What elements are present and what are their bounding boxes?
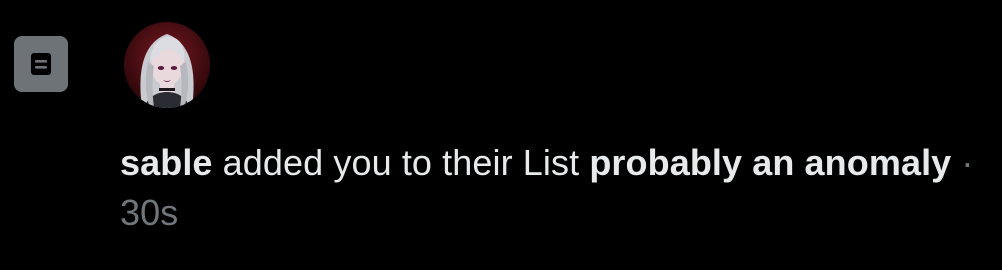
- notification-message: sable added you to their List probably a…: [120, 138, 980, 238]
- action-text: added you to their List: [212, 142, 590, 183]
- list-name-link[interactable]: probably an anomaly: [589, 142, 951, 183]
- list-icon: [14, 36, 68, 92]
- separator: ·: [951, 142, 974, 183]
- avatar-icon[interactable]: [124, 22, 210, 108]
- username-link[interactable]: sable: [120, 142, 213, 183]
- list-notification[interactable]: sable added you to their List probably a…: [0, 0, 1002, 270]
- timestamp: 30s: [120, 192, 179, 233]
